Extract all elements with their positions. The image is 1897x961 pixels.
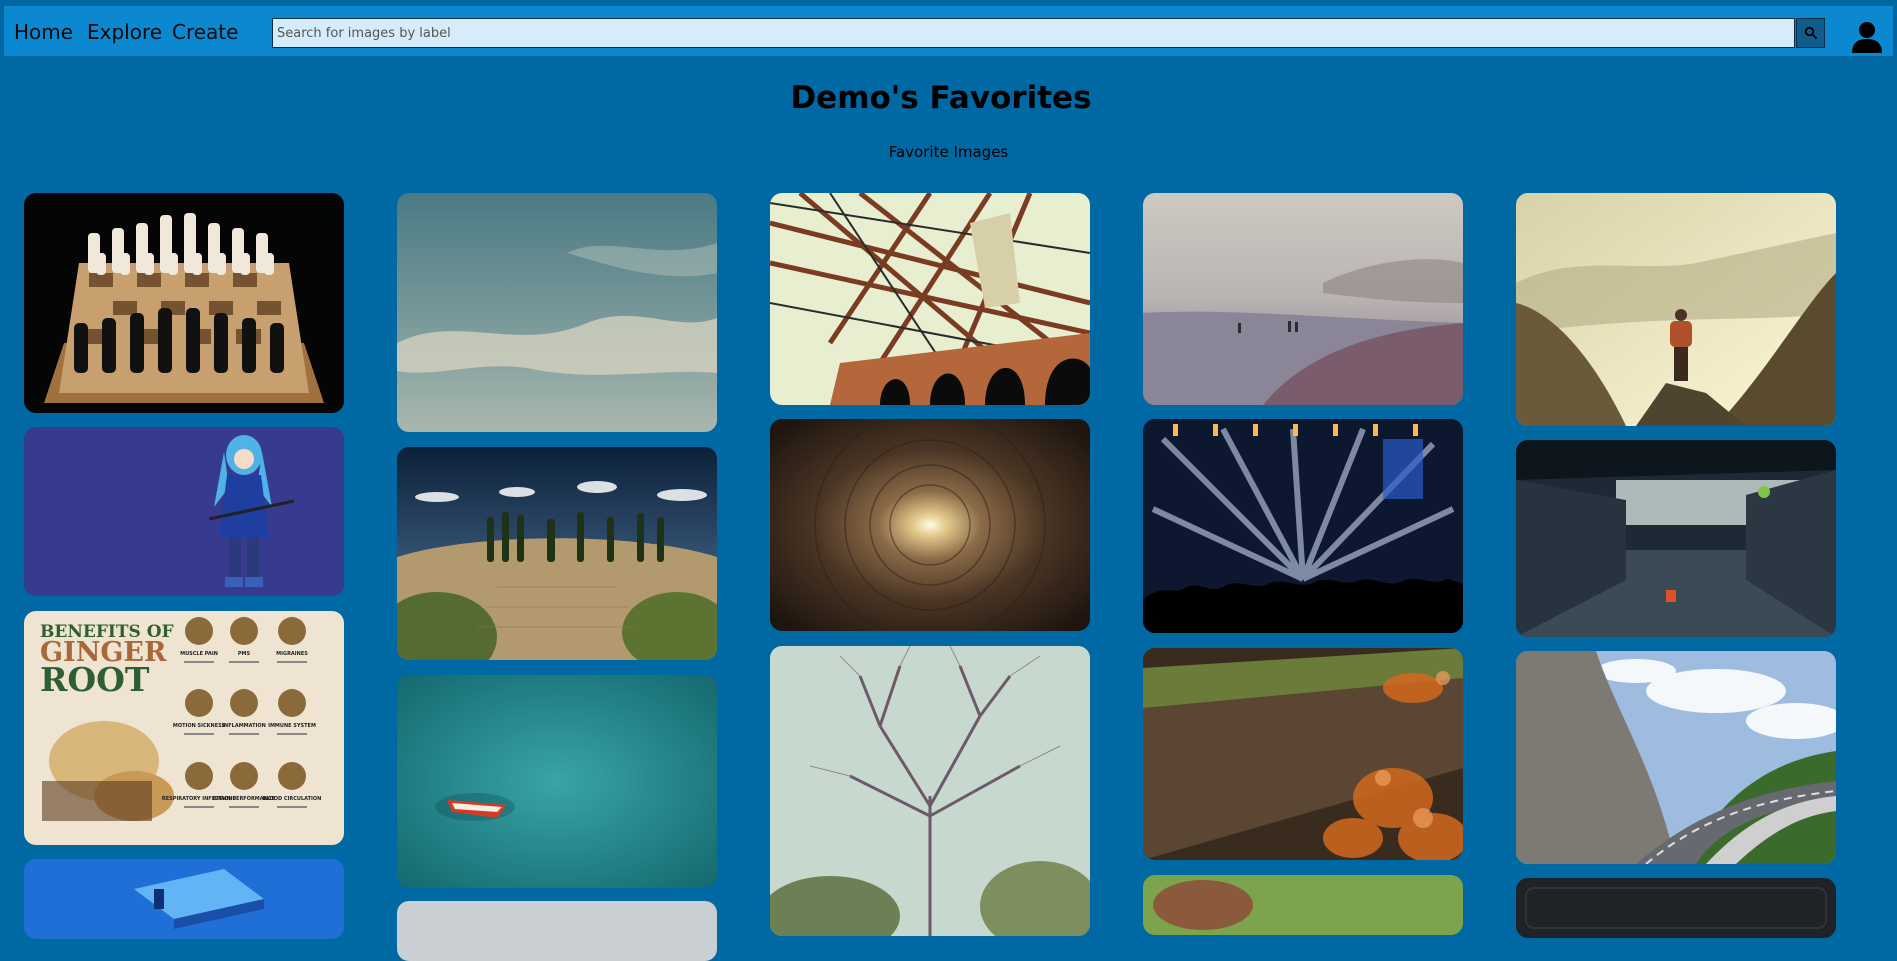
anime-character-image bbox=[24, 427, 344, 596]
gallery-image-cloudy-sky[interactable] bbox=[397, 193, 717, 432]
gallery-image-tunnel-light[interactable] bbox=[770, 419, 1090, 631]
bare-tree-image bbox=[770, 646, 1090, 936]
gallery-image-bridge[interactable] bbox=[770, 193, 1090, 405]
user-profile-button[interactable] bbox=[1850, 20, 1884, 54]
dark-image bbox=[1516, 878, 1836, 938]
cloudy-sky-image bbox=[397, 193, 717, 432]
gallery-image-concert-lights[interactable] bbox=[1143, 419, 1463, 633]
nav-create-link[interactable]: Create bbox=[172, 20, 238, 44]
benefit-6: IMMUNE SYSTEM bbox=[268, 723, 316, 729]
benefit-2: PMS bbox=[238, 651, 251, 657]
user-icon bbox=[1852, 22, 1882, 53]
gallery-image-anime-character[interactable] bbox=[24, 427, 344, 596]
page-title: Demo's Favorites bbox=[790, 80, 1092, 116]
green-foliage-image bbox=[1143, 875, 1463, 935]
navbar-bar: Home Explore Create bbox=[4, 6, 1893, 56]
gallery-image-garage[interactable] bbox=[1516, 440, 1836, 637]
misty-beach-image bbox=[1143, 193, 1463, 405]
search-button[interactable] bbox=[1796, 18, 1825, 48]
gallery-image-mountain-road[interactable] bbox=[1516, 651, 1836, 864]
gallery-image-chessboard[interactable] bbox=[24, 193, 344, 413]
navbar: Home Explore Create bbox=[0, 0, 1897, 62]
page-subtitle: Favorite Images bbox=[888, 143, 1009, 161]
search-bar bbox=[272, 18, 1825, 50]
gallery-image-partial-col2[interactable] bbox=[397, 901, 717, 961]
benefit-5: INFLAMMATION bbox=[222, 723, 266, 729]
gallery-image-bare-tree[interactable] bbox=[770, 646, 1090, 936]
garage-image bbox=[1516, 440, 1836, 637]
gallery-image-hiker[interactable] bbox=[1516, 193, 1836, 426]
benefit-9: BLOOD CIRCULATION bbox=[263, 796, 322, 802]
tunnel-light-image bbox=[770, 419, 1090, 631]
gallery-image-misty-beach[interactable] bbox=[1143, 193, 1463, 405]
gallery-image-server-illustration[interactable] bbox=[24, 859, 344, 939]
search-input[interactable] bbox=[272, 18, 1795, 48]
tuscan-hill-image bbox=[397, 447, 717, 660]
partial-image-col2 bbox=[397, 901, 717, 961]
chessboard-image bbox=[24, 193, 344, 413]
bridge-image bbox=[770, 193, 1090, 405]
concert-lights-image bbox=[1143, 419, 1463, 633]
gallery-image-ginger-infographic[interactable]: BENEFITS OF GINGER ROOT MUSCLE PAIN PMS … bbox=[24, 611, 344, 845]
benefit-3: MIGRAINES bbox=[276, 651, 308, 657]
search-icon bbox=[1804, 26, 1817, 40]
benefit-1: MUSCLE PAIN bbox=[180, 651, 218, 657]
nav-home-link[interactable]: Home bbox=[14, 20, 73, 44]
gallery-image-tuscan-hill[interactable] bbox=[397, 447, 717, 660]
benefit-4: MOTION SICKNESS bbox=[173, 723, 226, 729]
ginger-infographic-image: BENEFITS OF GINGER ROOT MUSCLE PAIN PMS … bbox=[24, 611, 344, 845]
nav-explore-link[interactable]: Explore bbox=[87, 20, 162, 44]
ginger-heading-3: ROOT bbox=[40, 660, 150, 699]
mossy-log-image bbox=[1143, 648, 1463, 860]
gallery-image-green-foliage[interactable] bbox=[1143, 875, 1463, 935]
gallery-image-mossy-log[interactable] bbox=[1143, 648, 1463, 860]
mountain-road-image bbox=[1516, 651, 1836, 864]
hiker-image bbox=[1516, 193, 1836, 426]
server-illustration-image bbox=[24, 859, 344, 939]
gallery-image-dark[interactable] bbox=[1516, 878, 1836, 938]
red-boat-image bbox=[397, 675, 717, 888]
gallery-image-red-boat[interactable] bbox=[397, 675, 717, 888]
